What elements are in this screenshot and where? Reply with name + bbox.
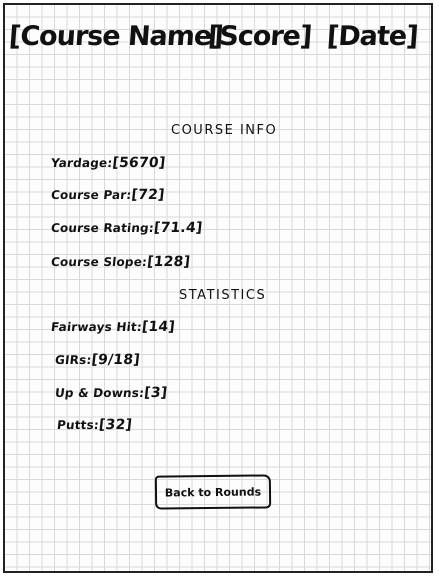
fairways-label: Fairways Hit:: [50, 320, 143, 334]
girs-label: GIRs:: [54, 353, 93, 367]
up-downs-row: Up & Downs:[3]: [54, 385, 168, 401]
up-downs-value: [3]: [143, 385, 169, 401]
putts-label: Putts:: [56, 418, 100, 432]
course-rating-label: Course Rating:: [50, 221, 155, 235]
fairways-value: [14]: [141, 319, 176, 335]
course-info-title: COURSE INFO: [171, 123, 278, 138]
course-slope-value: [128]: [146, 254, 191, 270]
putts-row: Putts:[32]: [56, 417, 133, 433]
course-slope-row: Course Slope:[128]: [50, 254, 191, 270]
fairways-row: Fairways Hit:[14]: [50, 319, 176, 335]
yardage-row: Yardage:[5670]: [50, 155, 166, 171]
up-downs-label: Up & Downs:: [54, 386, 145, 400]
yardage-value: [5670]: [111, 155, 167, 171]
yardage-label: Yardage:: [50, 156, 114, 170]
back-to-rounds-button[interactable]: Back to Rounds: [154, 474, 272, 510]
wireframe-page: [Course Name] [Score] [Date] COURSE INFO…: [3, 3, 433, 573]
date-heading: [Date]: [325, 21, 419, 52]
statistics-title: STATISTICS: [179, 288, 267, 303]
course-name-heading: [Course Name]: [7, 21, 224, 52]
course-par-label: Course Par:: [50, 188, 133, 202]
course-par-value: [72]: [130, 187, 166, 203]
course-rating-value: [71.4]: [153, 220, 204, 236]
girs-value: [9/18]: [90, 352, 141, 368]
course-slope-label: Course Slope:: [50, 255, 148, 269]
putts-value: [32]: [98, 417, 133, 433]
course-rating-row: Course Rating:[71.4]: [50, 220, 203, 236]
course-par-row: Course Par:[72]: [50, 187, 165, 203]
girs-row: GIRs:[9/18]: [54, 352, 141, 368]
score-heading: [Score]: [206, 21, 313, 52]
